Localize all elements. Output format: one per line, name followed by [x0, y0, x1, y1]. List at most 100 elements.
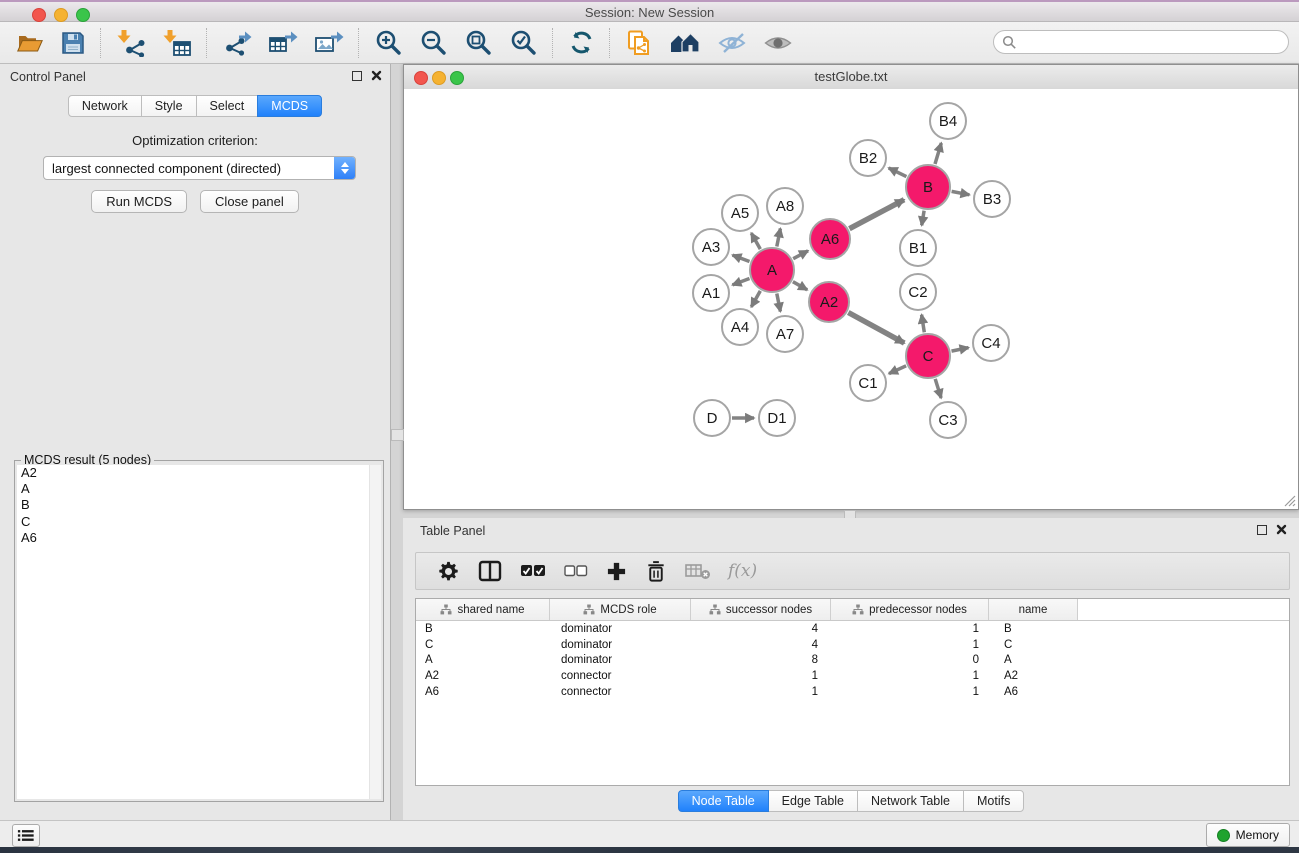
- search-field[interactable]: [1017, 34, 1271, 51]
- import-network-icon[interactable]: [108, 25, 154, 61]
- column-header-name[interactable]: name: [989, 599, 1078, 620]
- mcds-result-item[interactable]: A2: [17, 465, 381, 481]
- tab-network[interactable]: Network: [68, 95, 142, 117]
- column-header-shared-name[interactable]: shared name: [416, 599, 550, 620]
- table-row[interactable]: Cdominator41C: [416, 637, 1289, 653]
- table-tab-edge-table[interactable]: Edge Table: [768, 790, 858, 812]
- mcds-result-list[interactable]: A2ABCA6: [17, 465, 381, 799]
- column-header-predecessor-nodes[interactable]: predecessor nodes: [831, 599, 989, 620]
- mcds-result-item[interactable]: B: [17, 497, 381, 513]
- graph-edge-C-C1[interactable]: [889, 366, 906, 374]
- close-panel-icon[interactable]: [371, 70, 382, 81]
- table-cell[interactable]: 1: [831, 639, 989, 651]
- splitter-handle-vertical[interactable]: [391, 429, 404, 441]
- mcds-result-item[interactable]: C: [17, 514, 381, 530]
- memory-button[interactable]: Memory: [1206, 823, 1290, 847]
- deselect-columns-icon[interactable]: [557, 553, 595, 589]
- table-cell[interactable]: 8: [691, 654, 831, 666]
- graph-edge-A-A3[interactable]: [733, 255, 750, 261]
- graph-edge-B-B3[interactable]: [952, 191, 970, 194]
- zoom-out-icon[interactable]: [411, 25, 456, 61]
- table-row[interactable]: A2connector11A2: [416, 668, 1289, 684]
- graph-edge-A-A8[interactable]: [777, 229, 781, 247]
- optimization-criterion-select[interactable]: largest connected component (directed): [43, 156, 356, 180]
- graph-edge-A-A1[interactable]: [733, 279, 750, 285]
- close-panel-button[interactable]: Close panel: [200, 190, 299, 213]
- refresh-view-icon[interactable]: [560, 25, 603, 61]
- run-mcds-button[interactable]: Run MCDS: [91, 190, 187, 213]
- table-cell[interactable]: 1: [831, 670, 989, 682]
- graph-edge-C-C3[interactable]: [935, 379, 941, 398]
- show-all-icon[interactable]: [755, 25, 801, 61]
- save-session-icon[interactable]: [52, 25, 94, 61]
- graph-edge-A-A6[interactable]: [793, 251, 808, 259]
- table-cell[interactable]: A: [416, 654, 550, 666]
- zoom-selected-icon[interactable]: [501, 25, 546, 61]
- home-layout-icon[interactable]: [661, 25, 709, 61]
- graph-edge-C-C4[interactable]: [952, 348, 969, 352]
- hide-selected-icon[interactable]: [709, 25, 755, 61]
- add-column-icon[interactable]: [599, 553, 634, 589]
- close-table-panel-icon[interactable]: [1276, 524, 1287, 535]
- table-cell[interactable]: C: [416, 639, 550, 651]
- graph-edge-C-C2[interactable]: [922, 315, 925, 333]
- table-cell[interactable]: A: [989, 654, 1078, 666]
- table-cell[interactable]: dominator: [550, 639, 691, 651]
- table-tab-network-table[interactable]: Network Table: [857, 790, 964, 812]
- table-cell[interactable]: connector: [550, 670, 691, 682]
- zoom-fit-icon[interactable]: [456, 25, 501, 61]
- table-cell[interactable]: A2: [416, 670, 550, 682]
- table-cell[interactable]: 1: [691, 670, 831, 682]
- table-row[interactable]: Adominator80A: [416, 653, 1289, 669]
- import-table-icon[interactable]: [154, 25, 200, 61]
- network-canvas[interactable]: B4B2BB3A8A5A6A3B1AA1C2A2A4A7C4CC1C3DD1: [404, 89, 1298, 509]
- export-image-icon[interactable]: [306, 25, 352, 61]
- table-settings-icon[interactable]: [430, 553, 467, 589]
- table-cell[interactable]: 0: [831, 654, 989, 666]
- select-columns-icon[interactable]: [513, 553, 553, 589]
- table-cell[interactable]: 4: [691, 623, 831, 635]
- graph-edge-A-A2[interactable]: [793, 282, 807, 290]
- table-cell[interactable]: 1: [831, 686, 989, 698]
- float-table-panel-icon[interactable]: [1257, 525, 1267, 535]
- mcds-result-item[interactable]: A6: [17, 530, 381, 546]
- zoom-in-icon[interactable]: [366, 25, 411, 61]
- export-table-icon[interactable]: [260, 25, 306, 61]
- table-cell[interactable]: B: [989, 623, 1078, 635]
- graph-edge-B-B1[interactable]: [922, 211, 924, 226]
- graph-edge-A-A5[interactable]: [751, 233, 760, 249]
- table-cell[interactable]: dominator: [550, 623, 691, 635]
- table-cell[interactable]: connector: [550, 686, 691, 698]
- delete-column-icon[interactable]: [638, 553, 674, 589]
- table-tab-node-table[interactable]: Node Table: [678, 790, 769, 812]
- tab-select[interactable]: Select: [196, 95, 259, 117]
- export-network-icon[interactable]: [214, 25, 260, 61]
- table-cell[interactable]: A2: [989, 670, 1078, 682]
- mcds-result-item[interactable]: A: [17, 481, 381, 497]
- scrollbar-track[interactable]: [369, 465, 381, 799]
- table-cell[interactable]: dominator: [550, 654, 691, 666]
- search-input[interactable]: [993, 30, 1289, 54]
- graph-edge-A2-C[interactable]: [848, 313, 904, 344]
- table-tab-motifs[interactable]: Motifs: [963, 790, 1024, 812]
- duplicate-network-icon[interactable]: [617, 25, 661, 61]
- table-cell[interactable]: 1: [831, 623, 989, 635]
- graph-edge-A-A4[interactable]: [751, 291, 760, 307]
- open-session-icon[interactable]: [8, 25, 52, 61]
- task-history-button[interactable]: [12, 824, 40, 847]
- table-cell[interactable]: 4: [691, 639, 831, 651]
- table-row[interactable]: Bdominator41B: [416, 621, 1289, 637]
- graph-edge-B-B4[interactable]: [935, 143, 941, 164]
- table-row[interactable]: A6connector11A6: [416, 684, 1289, 700]
- table-cell[interactable]: 1: [691, 686, 831, 698]
- table-cell[interactable]: A6: [416, 686, 550, 698]
- graph-edge-A-A7[interactable]: [777, 294, 781, 312]
- column-header-successor-nodes[interactable]: successor nodes: [691, 599, 831, 620]
- resize-grip-icon[interactable]: [1283, 494, 1296, 507]
- table-cell[interactable]: C: [989, 639, 1078, 651]
- tab-mcds[interactable]: MCDS: [257, 95, 322, 117]
- float-panel-icon[interactable]: [352, 71, 362, 81]
- column-header-MCDS-role[interactable]: MCDS role: [550, 599, 691, 620]
- table-cell[interactable]: B: [416, 623, 550, 635]
- table-cell[interactable]: A6: [989, 686, 1078, 698]
